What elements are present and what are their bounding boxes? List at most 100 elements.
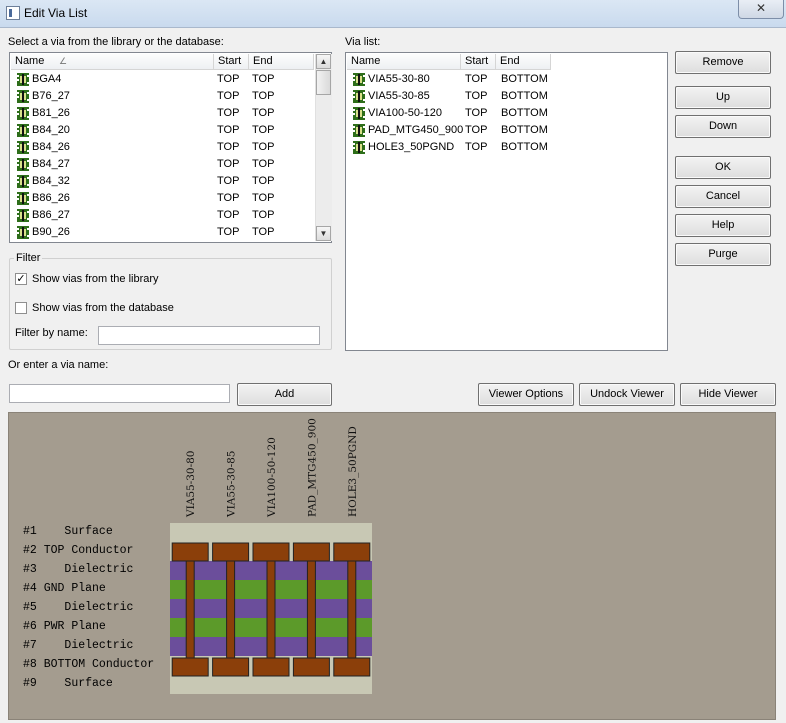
undock-viewer-button[interactable]: Undock Viewer [579, 383, 675, 406]
library-row[interactable]: B84_20 TOP TOP [11, 122, 314, 139]
row-start: TOP [465, 141, 488, 153]
row-start: TOP [465, 90, 488, 102]
library-listbox[interactable]: Name ∠ Start End BGA4 TOP TOP B76_27 TOP TOP B8… [9, 52, 332, 243]
library-row[interactable]: B81_26 TOP TOP [11, 105, 314, 122]
via-icon [16, 107, 30, 120]
title-bar [0, 0, 786, 28]
layer-number: #3 [23, 563, 37, 576]
library-row[interactable]: B84_32 TOP TOP [11, 173, 314, 190]
filter-by-name-input[interactable] [98, 326, 320, 345]
via-list-label: Via list: [345, 36, 381, 48]
row-start: TOP [465, 73, 488, 85]
via-column-label: HOLE3_50PGND [347, 426, 359, 517]
stackup-viewer[interactable]: VIA55-30-80 VIA55-30-85 VIA100-50-120 PAD_M… [8, 412, 776, 720]
hide-viewer-button[interactable]: Hide Viewer [680, 383, 776, 406]
library-row[interactable]: B84_27 TOP TOP [11, 156, 314, 173]
via-bottom-pad [333, 657, 371, 677]
remove-button[interactable]: Remove [675, 51, 771, 74]
via-list-row[interactable]: HOLE3_50PGND TOP BOTTOM [347, 139, 667, 156]
row-start: TOP [217, 124, 240, 136]
via-col-name[interactable]: Name [347, 54, 461, 70]
row-end: TOP [252, 141, 275, 153]
layer-name: PWR Plane [43, 620, 106, 633]
library-col-end[interactable]: End [249, 54, 314, 70]
via-barrel [306, 560, 316, 659]
purge-button[interactable]: Purge [675, 243, 771, 266]
row-name: VIA55-30-85 [368, 90, 430, 102]
via-icon [352, 141, 366, 154]
row-name: B76_27 [32, 90, 70, 102]
library-row[interactable]: B86_27 TOP TOP [11, 207, 314, 224]
via-icon [16, 90, 30, 103]
show-library-checkbox[interactable]: ✓ [15, 273, 27, 285]
row-end: BOTTOM [501, 107, 548, 119]
layer-number: #2 [23, 544, 37, 557]
cancel-button[interactable]: Cancel [675, 185, 771, 208]
row-end: TOP [252, 124, 275, 136]
show-database-checkbox[interactable] [15, 302, 27, 314]
via-top-pad [333, 542, 371, 562]
via-icon [16, 192, 30, 205]
via-col-end[interactable]: End [496, 54, 551, 70]
layer-number: #5 [23, 601, 37, 614]
ok-button[interactable]: OK [675, 156, 771, 179]
via-column-label: VIA55-30-80 [185, 451, 197, 519]
library-scrollbar[interactable]: ▲ ▼ [315, 54, 332, 241]
help-button[interactable]: Help [675, 214, 771, 237]
layer-number: #8 [23, 658, 37, 671]
library-row[interactable]: B86_26 TOP TOP [11, 190, 314, 207]
close-button[interactable]: ✕ [738, 0, 784, 19]
via-list-row[interactable]: VIA55-30-80 TOP BOTTOM [347, 71, 667, 88]
row-start: TOP [217, 175, 240, 187]
row-end: TOP [252, 107, 275, 119]
row-end: BOTTOM [501, 124, 548, 136]
library-col-name[interactable]: Name ∠ [11, 54, 214, 70]
via-list-row[interactable]: VIA100-50-120 TOP BOTTOM [347, 105, 667, 122]
layer-name: TOP Conductor [43, 544, 134, 557]
via-name-input[interactable] [9, 384, 230, 403]
show-database-label: Show vias from the database [32, 302, 174, 314]
via-list-row[interactable]: VIA55-30-85 TOP BOTTOM [347, 88, 667, 105]
layer-label: #6 PWR Plane [23, 620, 106, 633]
filter-by-name-label: Filter by name: [15, 327, 88, 339]
layer-name: Dielectric [43, 563, 134, 576]
via-icon [16, 175, 30, 188]
row-end: TOP [252, 90, 275, 102]
row-start: TOP [465, 107, 488, 119]
add-button[interactable]: Add [237, 383, 332, 406]
library-row[interactable]: BGA4 TOP TOP [11, 71, 314, 88]
layer-label: #7 Dielectric [23, 639, 133, 652]
via-icon [352, 124, 366, 137]
via-col-start[interactable]: Start [461, 54, 496, 70]
viewer-options-button[interactable]: Viewer Options [478, 383, 574, 406]
via-top-pad [292, 542, 330, 562]
row-name: B86_27 [32, 209, 70, 221]
layer-number: #4 [23, 582, 37, 595]
row-name: PAD_MTG450_900 [368, 124, 464, 136]
row-name: B81_26 [32, 107, 70, 119]
layer-number: #7 [23, 639, 37, 652]
up-button[interactable]: Up [675, 86, 771, 109]
row-start: TOP [217, 209, 240, 221]
layer-number: #1 [23, 525, 37, 538]
via-barrel [266, 560, 276, 659]
down-button[interactable]: Down [675, 115, 771, 138]
scroll-up-button[interactable]: ▲ [316, 54, 331, 69]
via-icon [352, 90, 366, 103]
library-row[interactable]: B84_26 TOP TOP [11, 139, 314, 156]
via-list-row[interactable]: PAD_MTG450_900 TOP BOTTOM [347, 122, 667, 139]
row-end: TOP [252, 226, 275, 238]
scroll-thumb[interactable] [316, 70, 331, 95]
library-row[interactable]: B90_26 TOP TOP [11, 224, 314, 241]
via-icon [16, 226, 30, 239]
row-end: BOTTOM [501, 90, 548, 102]
layer-name: Dielectric [43, 639, 134, 652]
scroll-down-button[interactable]: ▼ [316, 226, 331, 241]
library-col-start[interactable]: Start [214, 54, 249, 70]
row-start: TOP [217, 73, 240, 85]
layer-label: #9 Surface [23, 677, 113, 690]
library-row[interactable]: B76_27 TOP TOP [11, 88, 314, 105]
layer-label: #8 BOTTOM Conductor [23, 658, 154, 671]
via-listbox[interactable]: Name Start End VIA55-30-80 TOP BOTTOM VIA55… [345, 52, 668, 351]
via-top-pad [252, 542, 290, 562]
